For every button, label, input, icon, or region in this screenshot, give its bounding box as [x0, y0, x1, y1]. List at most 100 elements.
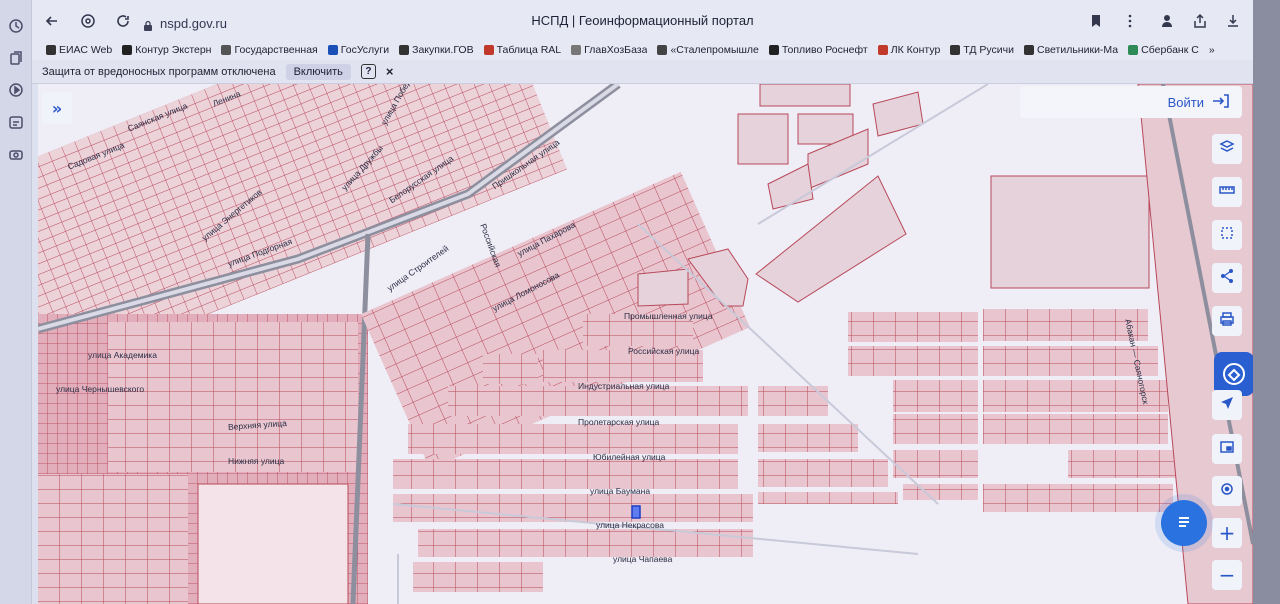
bookmark-favicon-icon [399, 45, 410, 55]
bookmark-favicon-icon [657, 45, 668, 55]
bookmark-item[interactable]: Контур Экстерн [122, 44, 211, 56]
street-label: улица Баумана [590, 486, 651, 496]
bookmark-label: Государственная [234, 44, 318, 56]
copy-icon[interactable] [6, 48, 26, 68]
bookmark-item[interactable]: ГлавХозБаза [571, 44, 647, 56]
navigate-button[interactable] [1212, 390, 1242, 420]
camera-icon[interactable] [6, 144, 26, 164]
login-icon [1212, 93, 1230, 112]
bookmark-label: ЛК Контур [890, 44, 941, 56]
share-icon [1219, 268, 1235, 288]
print-icon [1219, 311, 1235, 331]
locate-button[interactable] [1212, 476, 1242, 506]
street-label: Российская улица [628, 346, 700, 356]
layers-icon [1219, 139, 1235, 159]
bookmark-item[interactable]: Закупки.ГОВ [399, 44, 474, 56]
bookmark-item[interactable]: Светильники-Ма [1024, 44, 1118, 56]
bookmark-label: Закупки.ГОВ [412, 44, 474, 56]
bookmark-favicon-icon [877, 45, 888, 55]
bookmark-label: «Сталепромышле [670, 44, 759, 56]
help-icon[interactable]: ? [360, 64, 376, 79]
chat-button[interactable] [1161, 500, 1207, 546]
bookmark-favicon-icon [327, 45, 338, 55]
back-button[interactable] [41, 10, 63, 32]
clock-icon[interactable] [6, 16, 26, 36]
street-label: Пролетарская улица [578, 417, 660, 427]
address-bar[interactable]: nspd.gov.ru [142, 12, 227, 34]
chat-icon [1173, 510, 1195, 536]
calendar-icon[interactable] [6, 112, 26, 132]
bookmark-label: Таблица RAL [496, 44, 562, 56]
bookmark-item[interactable]: Топливо Роснефт [768, 44, 868, 56]
screen-button[interactable] [1212, 434, 1242, 464]
bookmark-item[interactable]: Сбербанк С [1128, 44, 1199, 56]
bookmark-label: Топливо Роснефт [781, 44, 868, 56]
bookmark-label: Сбербанк С [1141, 44, 1199, 56]
zoom-out-button[interactable]: − [1212, 560, 1242, 590]
close-infobar-button[interactable]: × [386, 64, 394, 79]
bookmark-item[interactable]: ГосУслуги [327, 44, 390, 56]
street-label: улица Чапаева [613, 554, 673, 564]
ruler-icon [1219, 182, 1235, 202]
bookmark-item[interactable]: Таблица RAL [483, 44, 562, 56]
bookmark-favicon-icon [483, 45, 494, 55]
bookmark-item[interactable]: «Сталепромышле [657, 44, 759, 56]
street-label: улица Некрасова [596, 520, 664, 530]
street-label: улица Академика [88, 350, 157, 360]
bookmark-label: ГлавХозБаза [584, 44, 648, 56]
locate-icon [1219, 481, 1235, 501]
bookmark-favicon-icon [1024, 45, 1034, 55]
expand-panel-button[interactable]: » [42, 92, 72, 124]
downloads-icon[interactable] [1222, 10, 1244, 32]
bookmark-item[interactable]: ЛК Контур [877, 44, 941, 56]
login-button[interactable]: Войти [1020, 86, 1242, 118]
screen-icon [1219, 439, 1235, 459]
street-label: Юбилейная улица [593, 452, 666, 462]
lock-icon [142, 17, 154, 31]
bookmark-favicon-icon [1128, 45, 1139, 55]
navigate-icon [1219, 395, 1235, 415]
bookmark-favicon-icon [221, 45, 232, 55]
bookmark-label: Светильники-Ма [1037, 44, 1119, 56]
bookmark-favicon-icon [122, 45, 133, 55]
bookmark-label: Контур Экстерн [135, 44, 212, 56]
bookmark-favicon-icon [950, 45, 961, 55]
street-label: Нижняя улица [228, 456, 285, 466]
cadastral-map[interactable]: Садовая улица Саянская улица Ленина улиц… [38, 84, 1253, 604]
select-area-button[interactable] [1212, 220, 1242, 250]
play-icon[interactable] [6, 80, 26, 100]
protect-icon[interactable] [77, 10, 99, 32]
menu-dots-icon[interactable] [1119, 10, 1141, 32]
bookmark-label: ТД Русичи [963, 44, 1014, 56]
bookmark-label: ГосУслуги [340, 44, 390, 56]
bookmark-favicon-icon [768, 45, 779, 55]
infobar-message: Защита от вредоносных программ отключена [42, 65, 276, 78]
zoom-in-button[interactable]: + [1212, 518, 1242, 548]
browser-toolbar: nspd.gov.ru НСПД | Геоинформационный пор… [32, 0, 1253, 40]
bookmark-favicon-icon [46, 45, 56, 55]
extension-icon[interactable] [1156, 10, 1178, 32]
more-bookmarks-button[interactable]: » [1209, 44, 1215, 56]
bookmark-icon[interactable] [1085, 10, 1107, 32]
street-label: Промышленная улица [624, 311, 713, 321]
share-button[interactable] [1212, 263, 1242, 293]
window-edge [1253, 0, 1280, 604]
share-page-icon[interactable] [1189, 10, 1211, 32]
login-label: Войти [1167, 94, 1204, 110]
enable-protection-button[interactable]: Включить [285, 63, 351, 80]
bookmark-item[interactable]: ТД Русичи [950, 44, 1014, 56]
layers-button[interactable] [1212, 134, 1242, 164]
select-area-icon [1219, 225, 1235, 245]
os-sidebar [0, 0, 32, 604]
street-label: улица Чернышевского [56, 384, 145, 394]
print-button[interactable] [1212, 306, 1242, 336]
bookmark-item[interactable]: ЕИАС Web [46, 44, 112, 56]
bookmarks-bar: ЕИАС Web Контур Экстерн Государственная Гос… [32, 40, 1253, 60]
bookmark-favicon-icon [571, 45, 582, 55]
url-text: nspd.gov.ru [160, 15, 227, 31]
reload-button[interactable] [112, 10, 134, 32]
security-infobar: Защита от вредоносных программ отключена… [32, 60, 1253, 84]
bookmark-item[interactable]: Государственная [221, 44, 318, 56]
ruler-button[interactable] [1212, 177, 1242, 207]
bookmark-label: ЕИАС Web [59, 44, 113, 56]
